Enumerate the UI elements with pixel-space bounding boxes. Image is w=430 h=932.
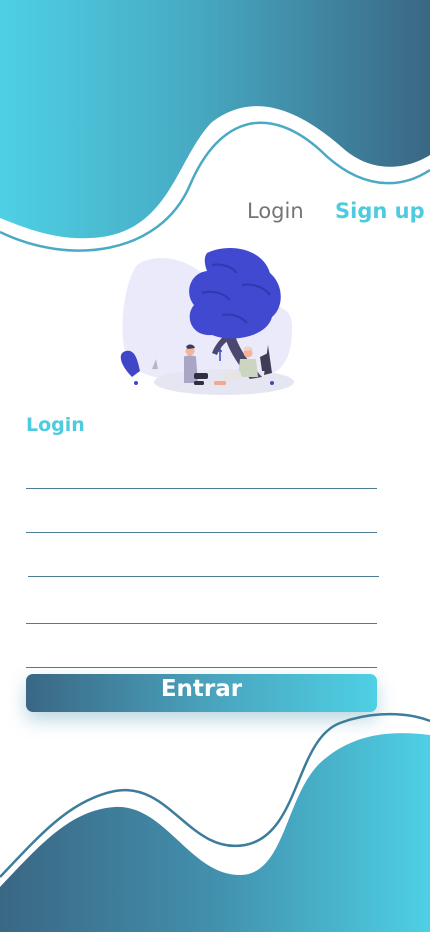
form-title: Login <box>26 414 85 436</box>
nav-login-link[interactable]: Login <box>247 196 304 226</box>
top-wave-decoration <box>0 0 430 252</box>
form-field-4[interactable] <box>26 593 377 624</box>
bottom-wave-decoration <box>0 712 430 932</box>
form-field-3[interactable] <box>28 546 379 577</box>
people-under-tree-illustration <box>120 247 294 395</box>
nav-signup-link[interactable]: Sign up <box>335 196 425 226</box>
auth-nav: Login Sign up <box>0 196 430 228</box>
form-field-5[interactable] <box>26 637 377 668</box>
form-field-2[interactable] <box>26 502 377 533</box>
form-field-1[interactable] <box>26 458 377 489</box>
